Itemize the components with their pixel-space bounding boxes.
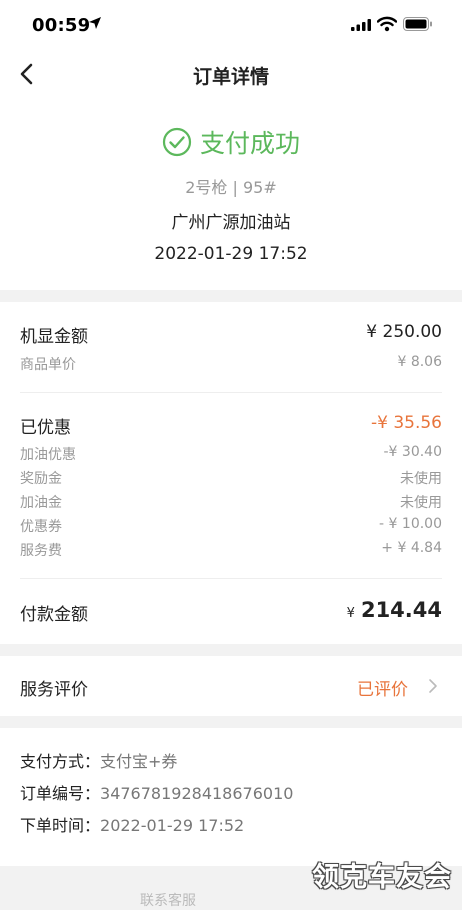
order-info: 支付方式：支付宝+券 订单编号：3476781928418676010 下单时间…: [0, 728, 462, 866]
order-datetime: 2022-01-29 17:52: [154, 244, 308, 264]
watermark: 领克车友会: [312, 862, 452, 893]
order-number-row: 订单编号：3476781928418676010: [20, 780, 293, 804]
unit-price-label: 商品单价: [20, 357, 76, 373]
discount-item-value: -¥ 30.40: [383, 444, 443, 460]
payment-summary: 支付成功 2号枪 | 95# 广州广源加油站 2022-01-29 17:52: [0, 100, 462, 290]
service-rating-row[interactable]: 服务评价 已评价: [0, 656, 462, 716]
payment-status-text: 支付成功: [199, 129, 300, 158]
discount-label: 已优惠: [20, 418, 71, 438]
status-bar: 00:59: [0, 0, 462, 50]
unit-price-value: ¥ 8.06: [397, 354, 442, 370]
pay-method-value: 支付宝+券: [100, 752, 178, 771]
discount-value: -¥ 35.56: [370, 413, 442, 433]
discount-item-value: 未使用: [400, 495, 442, 511]
pay-method-row: 支付方式：支付宝+券: [20, 748, 177, 772]
discount-item-label: 服务费: [20, 543, 62, 559]
discount-item-label: 加油优惠: [20, 447, 76, 463]
service-rating-label: 服务评价: [20, 680, 88, 700]
discount-item-value: - ¥ 10.00: [379, 516, 442, 532]
discount-item-label: 加油金: [20, 495, 62, 511]
battery-icon: [403, 17, 432, 31]
payment-amount: ¥214.44: [347, 598, 442, 622]
status-time: 00:59: [32, 15, 91, 36]
payment-status: 支付成功: [0, 124, 462, 160]
payment-amount-value: 214.44: [360, 598, 442, 622]
display-amount-value: ¥ 250.00: [366, 322, 442, 342]
nav-bar: 订单详情: [0, 50, 462, 100]
location-arrow-icon: [89, 17, 101, 29]
discount-item-label: 奖励金: [20, 471, 62, 487]
payment-amount-label: 付款金额: [20, 605, 88, 625]
contact-service-link[interactable]: 联系客服: [140, 890, 196, 910]
pay-method-label: 支付方式：: [20, 752, 101, 771]
check-circle-icon: [162, 127, 192, 157]
pump-info: 2号枪 | 95#: [185, 178, 277, 197]
order-time-row: 下单时间：2022-01-29 17:52: [20, 812, 244, 836]
chevron-right-icon: [429, 679, 437, 693]
currency-symbol: ¥: [346, 606, 355, 621]
cellular-signal-icon: [351, 19, 371, 31]
wifi-icon: [377, 16, 397, 32]
discount-item-value: + ¥ 4.84: [381, 540, 442, 556]
service-rating-status: 已评价: [357, 680, 408, 700]
order-number-label: 订单编号：: [20, 784, 101, 803]
discount-item-label: 优惠券: [20, 519, 62, 535]
order-number-value: 3476781928418676010: [100, 784, 294, 803]
divider: [20, 578, 442, 579]
station-name: 广州广源加油站: [171, 213, 291, 233]
order-time-label: 下单时间：: [20, 816, 101, 835]
display-amount-label: 机显金额: [20, 327, 88, 347]
amount-details: 机显金额 ¥ 250.00 商品单价 ¥ 8.06 已优惠 -¥ 35.56 加…: [0, 302, 462, 644]
page-title: 订单详情: [192, 66, 269, 88]
discount-item-value: 未使用: [400, 471, 442, 487]
divider: [20, 392, 442, 393]
order-time-value: 2022-01-29 17:52: [100, 816, 245, 835]
